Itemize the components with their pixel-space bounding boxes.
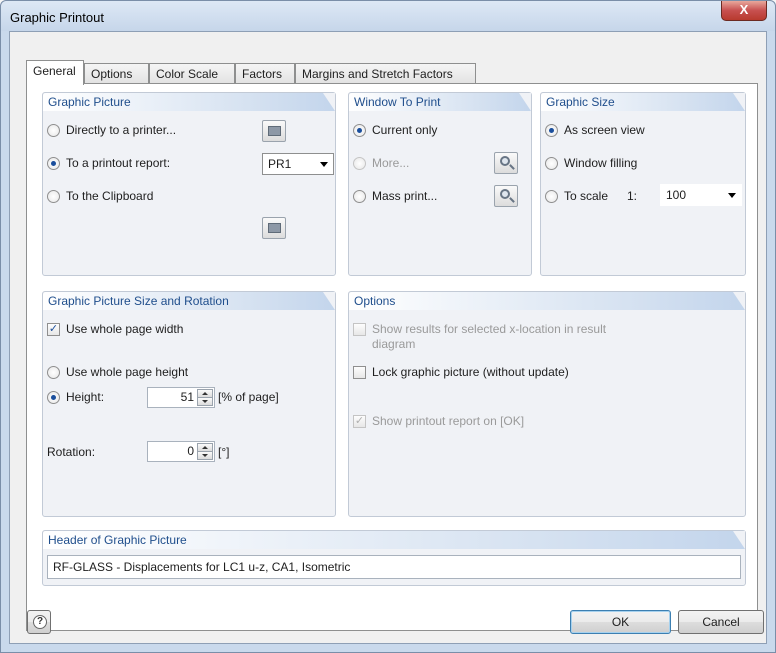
height-label[interactable]: Height: bbox=[66, 390, 104, 404]
group-heading: Graphic Picture Size and Rotation bbox=[43, 292, 335, 310]
printer-icon bbox=[268, 223, 281, 233]
show-printout-report-checkbox[interactable]: ✓ bbox=[353, 415, 366, 428]
close-icon: X bbox=[739, 2, 749, 17]
rotation-value: 0 bbox=[187, 444, 194, 458]
use-whole-page-width-label[interactable]: Use whole page width bbox=[66, 322, 183, 336]
magnifier-icon bbox=[500, 156, 510, 166]
tab-options[interactable]: Options bbox=[84, 63, 149, 84]
window-to-print-group: Window To Print Current only More... Mas… bbox=[348, 92, 532, 276]
graphic-size-group: Graphic Size As screen view Window filli… bbox=[540, 92, 746, 276]
scale-prefix: 1: bbox=[627, 189, 638, 203]
chevron-down-icon bbox=[320, 162, 328, 167]
spin-down-icon[interactable] bbox=[197, 451, 213, 460]
more-label[interactable]: More... bbox=[372, 156, 409, 170]
printer-setup-button[interactable] bbox=[262, 120, 286, 142]
ok-button[interactable]: OK bbox=[570, 610, 671, 634]
mass-print-select-button[interactable] bbox=[494, 185, 518, 207]
height-value: 51 bbox=[180, 390, 194, 404]
scale-value: 100 bbox=[666, 188, 687, 202]
mass-print-radio[interactable] bbox=[353, 190, 366, 203]
show-results-x-location-label-cont[interactable]: diagram bbox=[372, 337, 415, 351]
tab-color-scale[interactable]: Color Scale bbox=[149, 63, 235, 84]
to-scale-label[interactable]: To scale bbox=[564, 189, 608, 203]
printer-icon bbox=[268, 126, 281, 136]
clipboard-options-button[interactable] bbox=[262, 217, 286, 239]
header-picture-group: Header of Graphic Picture RF-GLASS - Dis… bbox=[42, 530, 746, 586]
height-radio[interactable] bbox=[47, 391, 60, 404]
to-printout-report-radio[interactable] bbox=[47, 157, 60, 170]
height-stepper[interactable]: 51 bbox=[147, 387, 215, 408]
show-results-x-location-checkbox[interactable] bbox=[353, 323, 366, 336]
options-group: Options Show results for selected x-loca… bbox=[348, 291, 746, 517]
as-screen-view-radio[interactable] bbox=[545, 124, 558, 137]
printout-report-select[interactable]: PR1 bbox=[262, 153, 334, 175]
as-screen-view-label[interactable]: As screen view bbox=[564, 123, 645, 137]
directly-to-printer-radio[interactable] bbox=[47, 124, 60, 137]
general-tab-page: Graphic Picture Directly to a printer...… bbox=[26, 83, 758, 631]
more-select-button[interactable] bbox=[494, 152, 518, 174]
window-filling-radio[interactable] bbox=[545, 157, 558, 170]
to-printout-report-label[interactable]: To a printout report: bbox=[66, 156, 170, 170]
title-bar[interactable]: Graphic Printout X bbox=[1, 1, 775, 31]
tab-general[interactable]: General bbox=[26, 60, 84, 85]
group-heading: Header of Graphic Picture bbox=[43, 531, 745, 549]
graphic-picture-group: Graphic Picture Directly to a printer...… bbox=[42, 92, 336, 276]
to-clipboard-label[interactable]: To the Clipboard bbox=[66, 189, 153, 203]
group-heading: Window To Print bbox=[349, 93, 531, 111]
lock-graphic-checkbox[interactable] bbox=[353, 366, 366, 379]
current-only-radio[interactable] bbox=[353, 124, 366, 137]
close-button[interactable]: X bbox=[721, 1, 767, 21]
size-rotation-group: Graphic Picture Size and Rotation ✓ Use … bbox=[42, 291, 336, 517]
window-filling-label[interactable]: Window filling bbox=[564, 156, 637, 170]
use-whole-page-width-checkbox[interactable]: ✓ bbox=[47, 323, 60, 336]
directly-to-printer-label[interactable]: Directly to a printer... bbox=[66, 123, 176, 137]
tab-margins-stretch[interactable]: Margins and Stretch Factors bbox=[295, 63, 476, 84]
rotation-label: Rotation: bbox=[47, 445, 96, 459]
help-icon: ? bbox=[33, 615, 47, 629]
to-scale-radio[interactable] bbox=[545, 190, 558, 203]
height-unit: [% of page] bbox=[218, 390, 279, 404]
rotation-unit: [°] bbox=[218, 445, 230, 459]
header-picture-input[interactable]: RF-GLASS - Displacements for LC1 u-z, CA… bbox=[47, 555, 741, 579]
cancel-button[interactable]: Cancel bbox=[678, 610, 764, 634]
dialog-client-area: General Options Color Scale Factors Marg… bbox=[9, 31, 767, 644]
chevron-down-icon bbox=[728, 193, 736, 198]
help-button[interactable]: ? bbox=[27, 610, 51, 634]
spin-down-icon[interactable] bbox=[197, 397, 213, 406]
scale-select[interactable]: 100 bbox=[660, 184, 742, 206]
show-results-x-location-label[interactable]: Show results for selected x-location in … bbox=[372, 322, 606, 336]
mass-print-label[interactable]: Mass print... bbox=[372, 189, 437, 203]
magnifier-icon bbox=[500, 189, 510, 199]
lock-graphic-label[interactable]: Lock graphic picture (without update) bbox=[372, 365, 569, 379]
window-title: Graphic Printout bbox=[10, 10, 104, 25]
use-whole-page-height-radio[interactable] bbox=[47, 366, 60, 379]
use-whole-page-height-label[interactable]: Use whole page height bbox=[66, 365, 188, 379]
printout-report-value: PR1 bbox=[268, 157, 292, 171]
tab-factors[interactable]: Factors bbox=[235, 63, 295, 84]
current-only-label[interactable]: Current only bbox=[372, 123, 437, 137]
show-printout-report-label[interactable]: Show printout report on [OK] bbox=[372, 414, 524, 428]
group-heading: Graphic Size bbox=[541, 93, 745, 111]
dialog-window: Graphic Printout X General Options Color… bbox=[0, 0, 776, 653]
rotation-stepper[interactable]: 0 bbox=[147, 441, 215, 462]
more-radio[interactable] bbox=[353, 157, 366, 170]
group-heading: Graphic Picture bbox=[43, 93, 335, 111]
to-clipboard-radio[interactable] bbox=[47, 190, 60, 203]
group-heading: Options bbox=[349, 292, 745, 310]
